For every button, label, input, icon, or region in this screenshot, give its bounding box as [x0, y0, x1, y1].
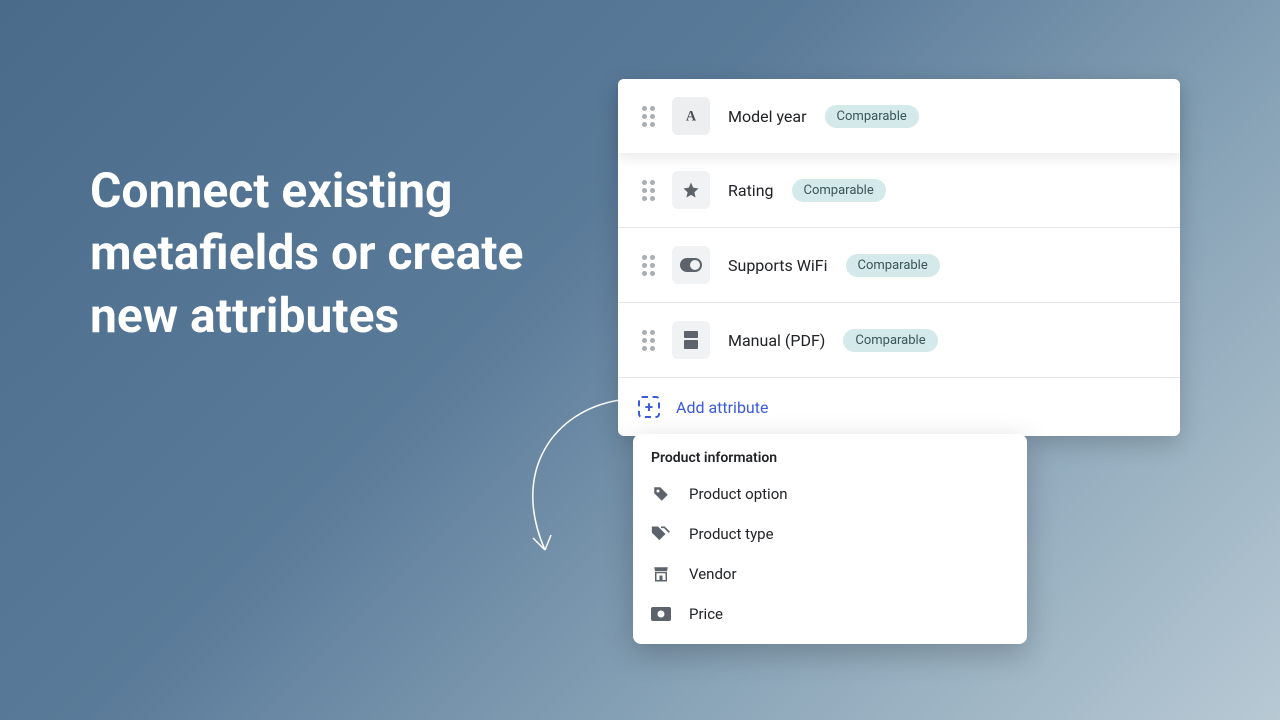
comparable-badge: Comparable — [843, 329, 937, 352]
product-info-popover: Product information Product option Produ… — [633, 434, 1027, 644]
add-icon: + — [638, 396, 660, 418]
add-attribute-label: Add attribute — [676, 398, 768, 417]
money-icon — [651, 604, 671, 624]
popover-item-label: Product option — [689, 485, 788, 503]
tag-icon — [651, 484, 671, 504]
drag-handle-icon[interactable] — [638, 106, 658, 126]
page-headline: Connect existing metafields or create ne… — [90, 160, 610, 347]
toggle-type-icon — [672, 246, 710, 284]
attribute-row[interactable]: Manual (PDF) Comparable — [618, 303, 1180, 378]
popover-item-label: Product type — [689, 525, 774, 543]
attribute-label: Model year — [728, 107, 807, 126]
comparable-badge: Comparable — [792, 179, 886, 202]
popover-item-product-type[interactable]: Product type — [633, 514, 1027, 554]
drag-handle-icon[interactable] — [638, 330, 658, 350]
store-icon — [651, 564, 671, 584]
attribute-row[interactable]: Rating Comparable — [618, 153, 1180, 228]
svg-text:A: A — [686, 109, 697, 125]
attribute-row[interactable]: A Model year Comparable — [618, 79, 1180, 153]
attributes-panel: A Model year Comparable Rating Comparabl… — [618, 79, 1180, 436]
attribute-label: Supports WiFi — [728, 256, 828, 275]
drag-handle-icon[interactable] — [638, 255, 658, 275]
star-type-icon — [672, 171, 710, 209]
popover-item-price[interactable]: Price — [633, 594, 1027, 634]
comparable-badge: Comparable — [846, 254, 940, 277]
popover-item-vendor[interactable]: Vendor — [633, 554, 1027, 594]
file-type-icon — [672, 321, 710, 359]
comparable-badge: Comparable — [825, 105, 919, 128]
attribute-label: Manual (PDF) — [728, 331, 825, 350]
tags-icon — [651, 524, 671, 544]
popover-item-label: Vendor — [689, 565, 737, 583]
text-type-icon: A — [672, 97, 710, 135]
popover-item-product-option[interactable]: Product option — [633, 474, 1027, 514]
drag-handle-icon[interactable] — [638, 180, 658, 200]
add-attribute-button[interactable]: + Add attribute — [618, 378, 1180, 436]
popover-title: Product information — [633, 450, 1027, 474]
attribute-row[interactable]: Supports WiFi Comparable — [618, 228, 1180, 303]
popover-item-label: Price — [689, 605, 723, 623]
attribute-label: Rating — [728, 181, 774, 200]
